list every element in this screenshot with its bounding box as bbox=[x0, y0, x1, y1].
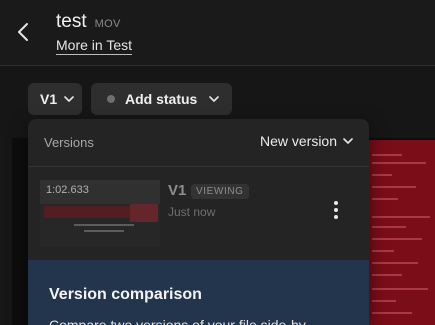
new-version-label: New version bbox=[259, 133, 337, 149]
version-duration: 1:02.633 bbox=[46, 184, 89, 196]
new-version-button[interactable]: New version bbox=[260, 133, 353, 149]
top-header: test MOV More in Test bbox=[0, 0, 435, 66]
file-title-row: test MOV bbox=[56, 11, 121, 33]
version-comparison-promo: Version comparison Compare two versions … bbox=[28, 260, 369, 325]
version-selector-label: V1 bbox=[40, 91, 58, 107]
kebab-menu-icon[interactable] bbox=[328, 199, 344, 221]
file-title: test bbox=[56, 11, 87, 32]
add-status-button[interactable]: Add status bbox=[91, 83, 232, 115]
comparison-description: Compare two versions of your file side-b… bbox=[49, 317, 306, 325]
chevron-down-icon bbox=[64, 95, 74, 102]
versions-panel-header: Versions New version bbox=[28, 119, 369, 167]
video-frame-preview bbox=[368, 140, 435, 325]
status-dot-icon bbox=[107, 95, 115, 103]
versions-heading: Versions bbox=[44, 135, 94, 150]
version-number: V1 bbox=[168, 182, 187, 199]
more-in-project-link[interactable]: More in Test bbox=[56, 37, 132, 55]
version-selector-button[interactable]: V1 bbox=[28, 83, 82, 115]
chevron-down-icon bbox=[343, 137, 353, 144]
version-timestamp: Just now bbox=[168, 205, 216, 219]
file-type-badge: MOV bbox=[94, 18, 121, 30]
viewing-badge: VIEWING bbox=[191, 184, 249, 199]
chevron-down-icon bbox=[209, 95, 220, 102]
back-arrow-icon[interactable] bbox=[14, 20, 34, 44]
comparison-title: Version comparison bbox=[49, 286, 202, 303]
add-status-label: Add status bbox=[125, 91, 198, 107]
app-root: test MOV More in Test V1 Add status Vers… bbox=[0, 0, 435, 325]
